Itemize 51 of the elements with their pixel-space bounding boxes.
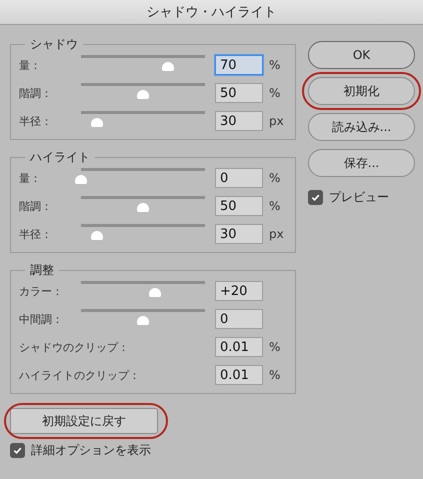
- checkmark-icon: [311, 193, 320, 202]
- value-field[interactable]: 30: [215, 111, 263, 131]
- field-label: 量：: [19, 170, 42, 186]
- checkbox[interactable]: [308, 190, 323, 205]
- slider-thumb[interactable]: [162, 62, 174, 70]
- value-field[interactable]: 0: [215, 168, 263, 188]
- slider-thumb[interactable]: [137, 90, 149, 98]
- group-title: ハイライト: [29, 150, 91, 164]
- unit-label: %: [269, 368, 282, 382]
- value-field[interactable]: 0: [215, 309, 263, 329]
- unit-label: px: [269, 227, 285, 241]
- field-label: ハイライトのクリップ：: [19, 368, 141, 382]
- checkbox-label: プレビュー: [329, 189, 389, 206]
- value-field[interactable]: 0.01: [215, 337, 263, 357]
- field-label: 半径：: [19, 114, 53, 128]
- checkbox[interactable]: [10, 443, 25, 458]
- unit-label: %: [269, 86, 282, 100]
- unit-label: %: [269, 171, 282, 185]
- slider-thumb[interactable]: [149, 288, 162, 296]
- unit-label: %: [269, 340, 282, 354]
- field-label: 量：: [19, 58, 42, 72]
- reset-defaults-button[interactable]: 初期設定に戻す: [10, 408, 158, 434]
- dialog-button[interactable]: OK: [308, 41, 415, 69]
- field-label: 中間調：: [19, 312, 64, 326]
- unit-label: %: [269, 199, 282, 213]
- slider-thumb[interactable]: [75, 174, 87, 184]
- field-label: 階調：: [19, 198, 53, 214]
- field-label: 半径：: [19, 226, 53, 242]
- value-field[interactable]: 50: [215, 83, 263, 103]
- field-label: シャドウのクリップ：: [19, 340, 130, 354]
- value-field[interactable]: 50: [215, 196, 263, 216]
- slider-thumb[interactable]: [137, 202, 149, 212]
- window-title: シャドウ・ハイライト: [0, 0, 423, 25]
- slider-thumb[interactable]: [91, 230, 104, 240]
- dialog-button[interactable]: 保存...: [308, 149, 415, 177]
- checkmark-icon: [13, 446, 22, 455]
- unit-label: px: [269, 114, 285, 128]
- unit-label: %: [269, 58, 282, 72]
- field-label: 階調：: [19, 86, 53, 100]
- dialog-button[interactable]: 初期化: [308, 77, 415, 105]
- group-title: 調整: [29, 263, 55, 277]
- value-field[interactable]: +20: [215, 281, 263, 301]
- value-field[interactable]: 0.01: [215, 365, 263, 385]
- slider-thumb[interactable]: [91, 118, 104, 126]
- group-title: シャドウ: [29, 37, 79, 51]
- field-label: カラー：: [19, 284, 64, 298]
- value-field[interactable]: 30: [215, 224, 263, 244]
- slider-thumb[interactable]: [137, 316, 149, 324]
- value-field[interactable]: 70: [215, 55, 263, 75]
- dialog-button[interactable]: 読み込み...: [308, 113, 415, 141]
- checkbox-label: 詳細オプションを表示: [31, 442, 151, 459]
